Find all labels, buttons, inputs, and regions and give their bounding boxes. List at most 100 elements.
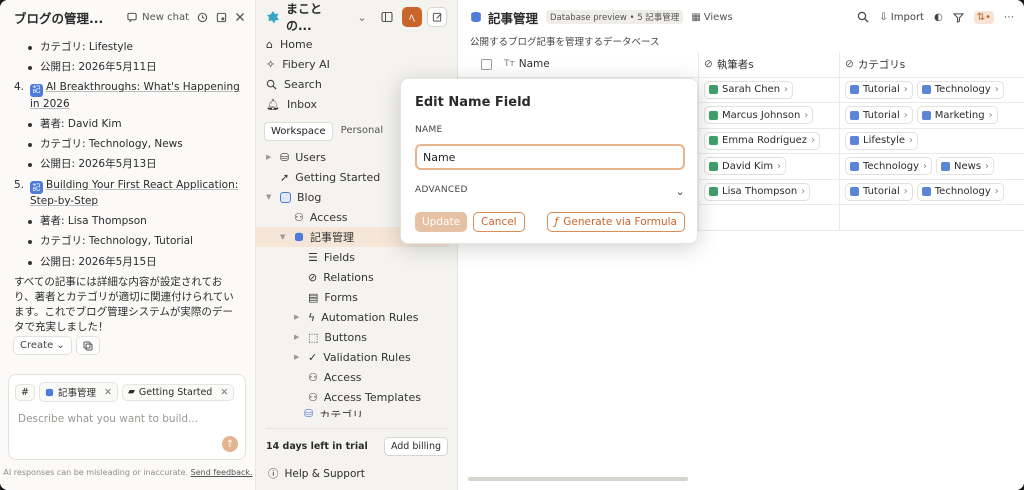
chat-input-placeholder[interactable]: Describe what you want to build... (9, 409, 245, 429)
item-number: 5. (14, 178, 25, 191)
add-billing-button[interactable]: Add billing (383, 437, 448, 456)
tab-workspace[interactable]: Workspace (264, 122, 333, 141)
chevron-right-icon: › (988, 109, 993, 121)
trial-banner: 14 days left in trial Add billing (266, 428, 448, 458)
new-chat-button[interactable]: New chat (127, 12, 189, 23)
column-header-category[interactable]: ⊘ カテゴリs (840, 52, 1024, 77)
tree-item-relations[interactable]: ⊘ Relations (266, 267, 457, 287)
chevron-right-icon: › (909, 135, 914, 147)
collapse-icon[interactable]: ▼ (280, 233, 288, 241)
send-feedback-link[interactable]: Send feedback. (191, 468, 253, 477)
context-chip-kiji[interactable]: 記事管理 ✕ (38, 382, 118, 402)
remove-chip-icon[interactable]: ✕ (104, 387, 112, 398)
workspace-name[interactable]: まことの... (286, 0, 347, 34)
horizontal-scrollbar[interactable] (468, 477, 688, 481)
update-button[interactable]: Update (415, 212, 468, 232)
article-link[interactable]: AI Breakthroughs: What's Happening in 20… (30, 81, 240, 109)
tree-item-automation[interactable]: ▶ ϟ Automation Rules (266, 307, 457, 327)
tree-label: Validation Rules (323, 350, 411, 364)
ai-button[interactable]: ﾍ (402, 7, 422, 27)
column-header-author[interactable]: ⊘ 執筆者s (699, 52, 840, 77)
tree-item-access-2[interactable]: ⚇ Access (266, 367, 457, 387)
tree-item-validation[interactable]: ▶ ✓ Validation Rules (266, 347, 457, 367)
category-chip[interactable]: Tutorial › (845, 106, 913, 125)
category-cell[interactable]: Technology › News › (840, 154, 1024, 179)
more-icon[interactable]: ⋯ (1004, 12, 1014, 23)
category-cell[interactable]: Tutorial › Marketing › (840, 103, 1024, 128)
search-icon (266, 79, 277, 90)
checkbox[interactable] (481, 58, 492, 70)
toggle-icon[interactable]: ◐ (934, 12, 943, 23)
tree-item-buttons[interactable]: ▶ ⬚ Buttons (266, 327, 457, 347)
author-chip[interactable]: Emma Rodriguez › (704, 131, 821, 150)
chip-label: Marketing (934, 109, 985, 121)
entity-icon (709, 161, 718, 171)
author-cell[interactable]: Lisa Thompson › (699, 179, 840, 204)
chat-input-box[interactable]: # 記事管理 ✕ ▰ Getting Started ✕ Describe what… (8, 374, 246, 460)
author-chip[interactable]: David Kim › (704, 157, 787, 176)
filter-icon[interactable] (952, 12, 964, 23)
list-item: 公開日: 2026年5月15日 (14, 255, 242, 270)
tree-item-access-templates[interactable]: ⚇ Access Templates (266, 387, 457, 407)
collapse-icon[interactable]: ▼ (266, 193, 274, 201)
cancel-button[interactable]: Cancel (473, 212, 525, 232)
help-label: Help & Support (284, 467, 365, 480)
author-cell[interactable]: Sarah Chen › (699, 77, 840, 102)
author-cell[interactable]: Marcus Johnson › (699, 103, 840, 128)
expand-icon[interactable]: ▶ (294, 313, 302, 321)
generate-formula-button[interactable]: ƒ Generate via Formula (546, 212, 685, 232)
expand-icon[interactable]: ▶ (294, 333, 302, 341)
help-support-link[interactable]: ⓘ Help & Support (268, 466, 365, 481)
author-cell[interactable] (699, 205, 840, 230)
context-chip-getting-started[interactable]: ▰ Getting Started ✕ (121, 383, 235, 401)
tree-label: Forms (324, 290, 358, 304)
create-button[interactable]: Create ⌄ (13, 336, 72, 355)
expand-icon[interactable]: ▶ (266, 153, 274, 161)
new-item-button[interactable] (427, 7, 447, 27)
tree-item-fields[interactable]: ☰ Fields (266, 247, 457, 267)
author-chip[interactable]: Lisa Thompson › (704, 182, 811, 201)
column-label: カテゴリs (857, 58, 906, 71)
category-cell[interactable]: Tutorial › Technology › (840, 78, 1024, 103)
views-button[interactable]: ▦ Views (691, 12, 732, 23)
import-button[interactable]: ⇩ Import (879, 12, 924, 23)
tree-item-category[interactable]: ⛁ カテゴリ (266, 407, 457, 417)
author-cell[interactable]: Emma Rodriguez › (699, 128, 840, 153)
field-name-input[interactable] (415, 144, 685, 170)
tree-item-forms[interactable]: ▤ Forms (266, 287, 457, 307)
send-button[interactable]: ↑ (222, 436, 238, 452)
category-cell[interactable] (840, 205, 1024, 230)
author-cell[interactable]: David Kim › (699, 154, 840, 179)
popout-icon[interactable] (216, 12, 227, 23)
chevron-down-icon[interactable]: ⌄ (352, 7, 372, 27)
close-icon[interactable] (235, 12, 245, 22)
database-icon (45, 388, 54, 396)
nav-home[interactable]: ⌂ Home (266, 34, 447, 54)
sidebar-toggle-icon[interactable] (377, 7, 397, 27)
category-cell[interactable]: Tutorial › Technology › (840, 180, 1024, 205)
entity-icon (850, 85, 859, 95)
category-chip[interactable]: Tutorial › (845, 80, 913, 99)
category-chip[interactable]: Technology › (916, 80, 1004, 99)
sort-icon[interactable]: ⇅• (973, 10, 994, 24)
category-chip[interactable]: Lifestyle › (845, 131, 919, 150)
author-chip[interactable]: Sarah Chen › (704, 80, 794, 99)
expand-icon[interactable]: ▶ (294, 353, 302, 361)
article-link[interactable]: Building Your First React Application: S… (30, 179, 238, 207)
category-chip[interactable]: Marketing › (916, 106, 998, 125)
category-chip[interactable]: Technology › (845, 157, 933, 176)
copy-button[interactable] (75, 336, 100, 355)
author-chip[interactable]: Marcus Johnson › (704, 106, 814, 125)
search-icon[interactable] (857, 11, 869, 23)
hash-button[interactable]: # (15, 383, 35, 401)
category-chip[interactable]: Tutorial › (845, 182, 913, 201)
history-icon[interactable] (197, 12, 208, 23)
category-chip[interactable]: Technology › (916, 182, 1004, 201)
remove-chip-icon[interactable]: ✕ (220, 387, 228, 398)
advanced-toggle[interactable]: ADVANCED ⌄ (415, 185, 685, 198)
nav-fibery-ai[interactable]: ✧ Fibery AI (266, 54, 447, 74)
category-chip[interactable]: News › (936, 157, 995, 176)
tab-personal[interactable]: Personal (335, 122, 390, 141)
column-header-name[interactable]: Tт Name (458, 52, 699, 77)
category-cell[interactable]: Lifestyle › (840, 129, 1024, 154)
